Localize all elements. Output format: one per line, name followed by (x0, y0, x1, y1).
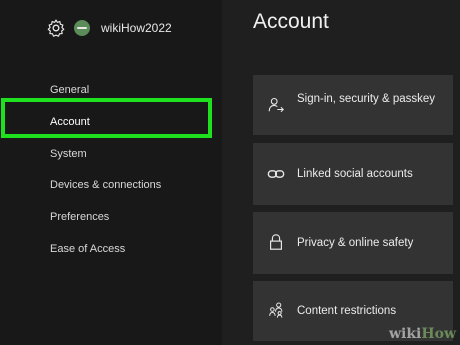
sidebar-item-account[interactable]: Account (50, 116, 90, 128)
profile-header: wikiHow2022 (46, 16, 172, 40)
sidebar-item-devices-connections[interactable]: Devices & connections (50, 179, 161, 191)
account-highlight-box (1, 98, 212, 138)
lock-icon (270, 234, 282, 250)
person-arrow-icon (268, 97, 284, 113)
card-label: Privacy & online safety (297, 237, 414, 249)
avatar[interactable] (74, 20, 90, 36)
sidebar-item-preferences[interactable]: Preferences (50, 211, 109, 223)
card-privacy-online-safety[interactable]: Privacy & online safety (253, 212, 453, 274)
gear-icon[interactable] (46, 18, 66, 38)
card-sign-in-security[interactable]: Sign-in, security & passkey (253, 75, 453, 135)
page-title: Account (253, 10, 329, 33)
sidebar-item-ease-of-access[interactable]: Ease of Access (50, 243, 125, 255)
sidebar-item-system[interactable]: System (50, 148, 87, 160)
card-label: Content restrictions (297, 305, 397, 317)
wikihow-watermark: wikiHow (388, 326, 456, 342)
family-icon (269, 302, 283, 318)
card-label: Linked social accounts (297, 168, 413, 180)
sidebar-item-general[interactable]: General (50, 84, 89, 96)
gamertag: wikiHow2022 (101, 21, 172, 35)
settings-sidebar (0, 0, 222, 345)
link-icon (267, 170, 285, 178)
card-linked-social-accounts[interactable]: Linked social accounts (253, 143, 453, 205)
card-label: Sign-in, security & passkey (297, 93, 436, 105)
